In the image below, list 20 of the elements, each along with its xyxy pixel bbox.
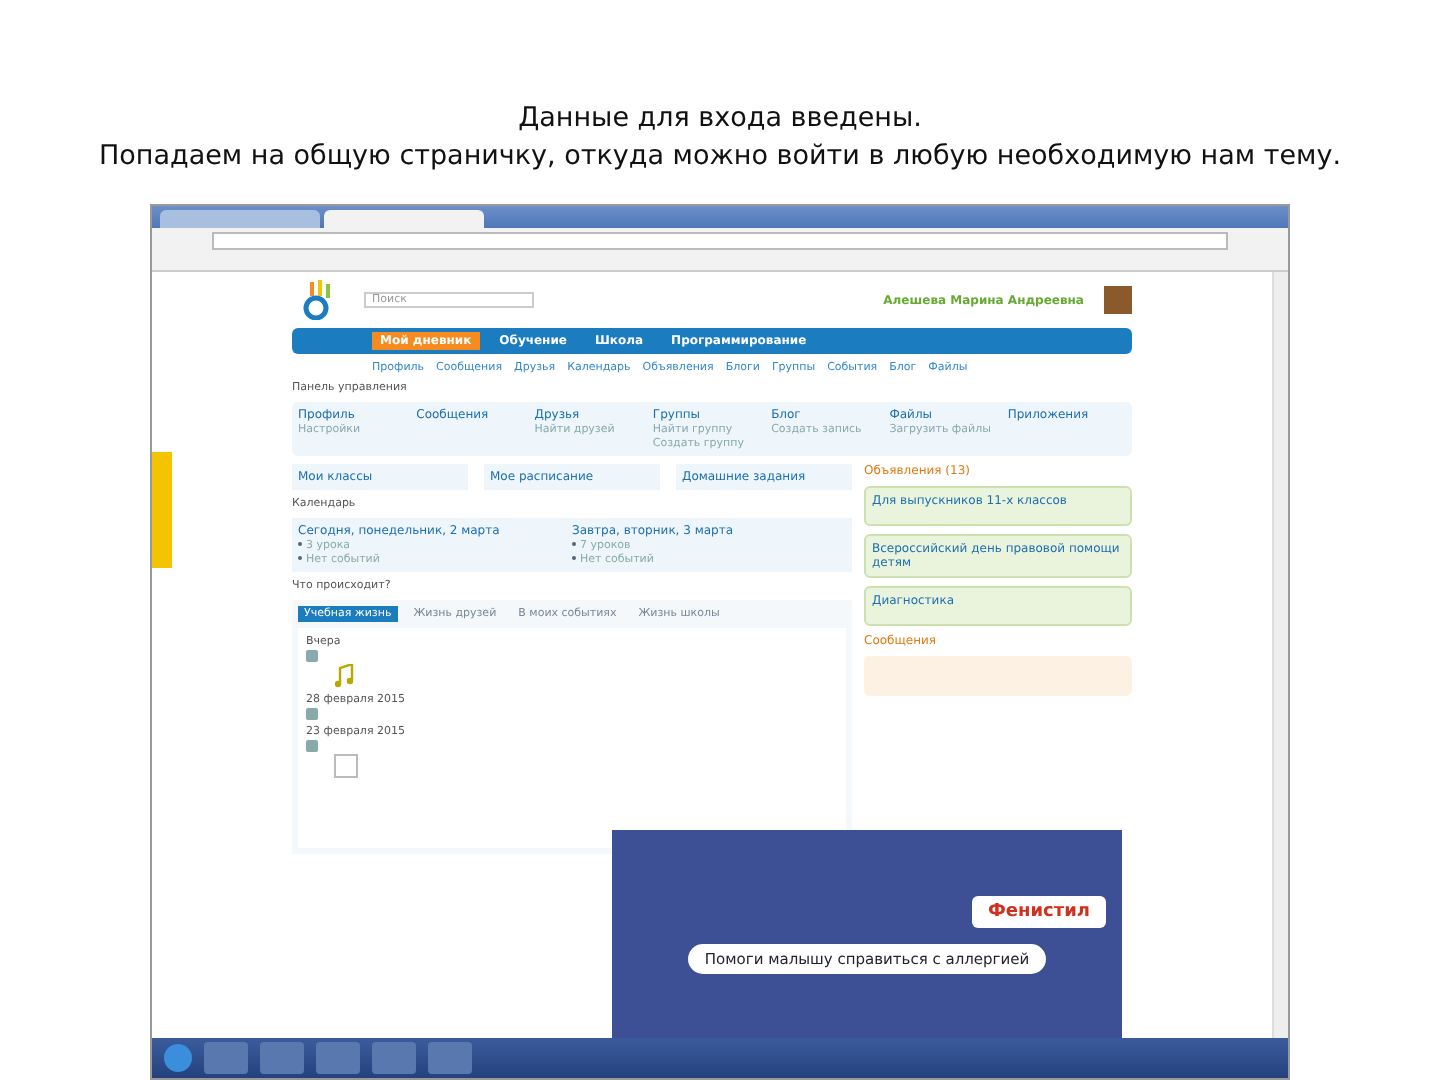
- slide-caption: Попадаем на общую страничку, откуда можно войти в любую необходимую нам тему.: [98, 138, 1342, 176]
- taskbar-app-icon[interactable]: [372, 1042, 416, 1074]
- browser-tab[interactable]: [324, 210, 484, 228]
- entry-icon: [306, 740, 318, 752]
- scrollbar[interactable]: [1272, 272, 1288, 1038]
- taskbar-app-icon[interactable]: [316, 1042, 360, 1074]
- address-bar[interactable]: [212, 231, 1228, 249]
- file-thumbnail-icon: [334, 754, 358, 778]
- entry-icon: [306, 708, 318, 720]
- taskbar-app-icon[interactable]: [428, 1042, 472, 1074]
- help-tab[interactable]: [152, 452, 172, 568]
- ad-brand: Фенистил: [971, 895, 1106, 927]
- entry-icon: [306, 650, 318, 662]
- taskbar-app-icon[interactable]: [260, 1042, 304, 1074]
- taskbar-app-icon[interactable]: [204, 1042, 248, 1074]
- browser-tab[interactable]: [160, 210, 320, 228]
- avatar-placeholder: [1104, 286, 1132, 314]
- music-note-icon: [334, 664, 354, 688]
- slide-caption: Данные для входа введены.: [518, 100, 922, 138]
- start-button[interactable]: [164, 1044, 192, 1072]
